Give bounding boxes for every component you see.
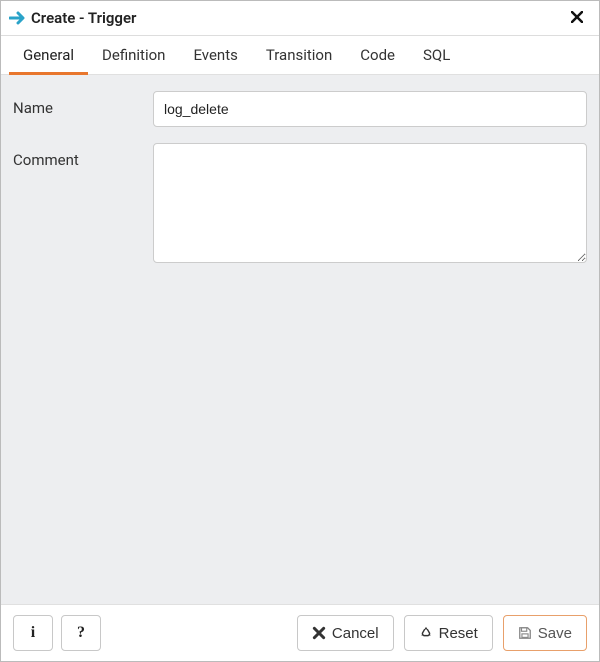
- tab-definition[interactable]: Definition: [88, 36, 179, 74]
- save-button[interactable]: Save: [503, 615, 587, 651]
- form-row-name: Name: [13, 91, 587, 127]
- cancel-button[interactable]: Cancel: [297, 615, 394, 651]
- tab-label: Code: [360, 46, 395, 64]
- help-button[interactable]: ?: [61, 615, 101, 651]
- tab-label: General: [23, 46, 74, 64]
- close-button[interactable]: [567, 9, 587, 27]
- tab-label: Events: [193, 46, 237, 64]
- tab-general[interactable]: General: [9, 36, 88, 74]
- cancel-label: Cancel: [332, 625, 379, 642]
- tab-events[interactable]: Events: [179, 36, 251, 74]
- footer-right: Cancel Reset: [297, 615, 587, 651]
- reset-button[interactable]: Reset: [404, 615, 493, 651]
- save-label: Save: [538, 625, 572, 642]
- form-row-comment: Comment: [13, 143, 587, 267]
- dialog-footer: i ? Cancel: [1, 604, 599, 661]
- arrow-right-icon: [9, 11, 25, 25]
- tab-label: Transition: [266, 46, 332, 64]
- create-trigger-dialog: Create - Trigger General Definition Even…: [0, 0, 600, 662]
- tab-label: Definition: [102, 46, 165, 64]
- tab-transition[interactable]: Transition: [252, 36, 346, 74]
- close-icon: [571, 7, 583, 28]
- close-icon: [312, 626, 326, 640]
- tab-code[interactable]: Code: [346, 36, 409, 74]
- recycle-icon: [419, 626, 433, 640]
- name-control: [153, 91, 587, 127]
- name-label: Name: [13, 91, 153, 117]
- help-icon: ?: [77, 624, 85, 642]
- info-button[interactable]: i: [13, 615, 53, 651]
- footer-left: i ?: [13, 615, 101, 651]
- comment-label: Comment: [13, 143, 153, 169]
- comment-control: [153, 143, 587, 267]
- dialog-body: Name Comment: [1, 75, 599, 604]
- name-input[interactable]: [153, 91, 587, 127]
- info-icon: i: [31, 624, 35, 642]
- save-icon: [518, 626, 532, 640]
- dialog-titlebar: Create - Trigger: [1, 1, 599, 36]
- tab-label: SQL: [423, 46, 450, 64]
- comment-textarea[interactable]: [153, 143, 587, 263]
- dialog-title: Create - Trigger: [31, 9, 567, 27]
- tab-sql[interactable]: SQL: [409, 36, 464, 74]
- tab-bar: General Definition Events Transition Cod…: [1, 36, 599, 75]
- reset-label: Reset: [439, 625, 478, 642]
